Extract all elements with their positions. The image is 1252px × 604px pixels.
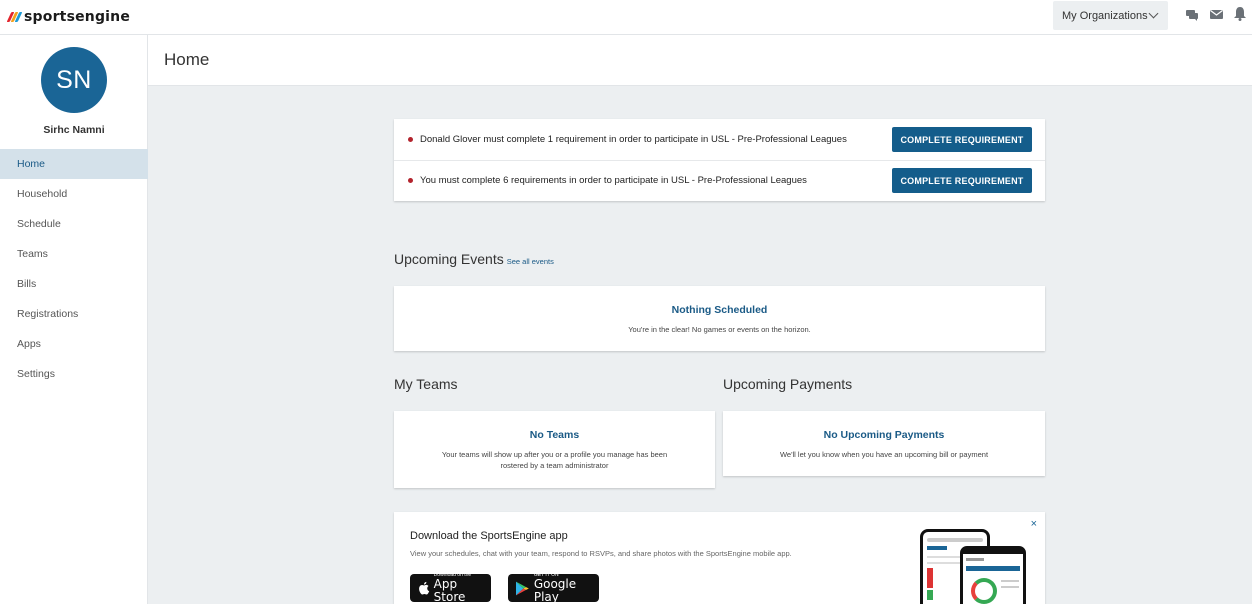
my-teams-title: My Teams — [394, 376, 458, 392]
upcoming-payments-title: Upcoming Payments — [723, 376, 853, 392]
apple-icon — [419, 581, 430, 595]
upcoming-payments-card: No Upcoming Payments We'll let you know … — [723, 411, 1045, 476]
logo-mark-icon — [6, 12, 23, 22]
requirement-row: Donald Glover must complete 1 requiremen… — [394, 119, 1045, 160]
empty-state-title: No Teams — [529, 429, 580, 441]
sidebar-item-registrations[interactable]: Registrations — [0, 299, 148, 329]
requirement-row: You must complete 6 requirements in orde… — [394, 160, 1045, 201]
empty-state-description: You're in the clear! No games or events … — [628, 325, 811, 334]
sidebar-item-label: Settings — [17, 368, 55, 380]
alert-dot-icon — [408, 137, 413, 142]
empty-state-description: Your teams will show up after you or a p… — [441, 450, 668, 459]
chat-icon[interactable] — [1186, 9, 1198, 21]
upcoming-events-title: Upcoming Events — [394, 251, 504, 267]
sidebar-item-label: Home — [17, 158, 46, 170]
avatar-initials: SN — [56, 65, 92, 94]
google-play-big-text: Google Play — [533, 577, 577, 604]
sidebar-item-schedule[interactable]: Schedule — [0, 209, 148, 239]
top-bar: sportsengine My Organizations — [0, 0, 1252, 35]
sidebar-item-apps[interactable]: Apps — [0, 329, 148, 359]
empty-state-title: Nothing Scheduled — [671, 304, 768, 316]
download-app-card: Download the SportsEngine app View your … — [394, 512, 1045, 604]
user-name: Sirhc Namni — [43, 124, 105, 136]
sidebar-item-household[interactable]: Household — [0, 179, 148, 209]
page-header: Home — [148, 35, 1252, 86]
app-store-button[interactable]: Download on the App Store — [410, 572, 491, 604]
download-app-title: Download the SportsEngine app — [410, 530, 568, 542]
sportsengine-logo[interactable]: sportsengine — [6, 9, 131, 25]
requirement-text: You must complete 6 requirements in orde… — [420, 175, 807, 186]
sidebar-item-label: Teams — [17, 248, 48, 260]
sidebar-item-label: Bills — [17, 278, 37, 290]
sidebar-item-teams[interactable]: Teams — [0, 239, 148, 269]
upcoming-events-heading: Upcoming Events See all events — [394, 251, 554, 267]
requirements-card: Donald Glover must complete 1 requiremen… — [394, 119, 1045, 201]
download-app-description: View your schedules, chat with your team… — [410, 549, 792, 558]
bell-icon[interactable] — [1234, 7, 1246, 21]
phone-mockup-image — [960, 546, 1026, 604]
requirement-text: Donald Glover must complete 1 requiremen… — [420, 134, 847, 145]
empty-state-title: No Upcoming Payments — [823, 429, 945, 441]
my-organizations-dropdown[interactable]: My Organizations — [1053, 1, 1168, 30]
complete-requirement-button[interactable]: COMPLETE REQUIREMENT — [892, 168, 1032, 193]
upcoming-events-card: Nothing Scheduled You're in the clear! N… — [394, 286, 1045, 351]
see-all-events-link[interactable]: See all events — [507, 257, 554, 266]
chevron-down-icon — [1148, 8, 1159, 19]
my-organizations-label: My Organizations — [1062, 9, 1148, 22]
sidebar: SN Sirhc Namni Home Household Schedule T… — [0, 35, 148, 604]
my-teams-card: No Teams Your teams will show up after y… — [394, 411, 715, 488]
sidebar-item-label: Schedule — [17, 218, 61, 230]
mail-icon[interactable] — [1210, 9, 1223, 20]
sidebar-item-settings[interactable]: Settings — [0, 359, 148, 389]
page-title: Home — [164, 50, 210, 69]
google-play-icon — [516, 581, 529, 595]
app-store-big-text: App Store — [433, 577, 466, 604]
logo-text: sportsengine — [24, 9, 131, 25]
sidebar-item-label: Registrations — [17, 308, 79, 320]
close-icon[interactable]: × — [1031, 518, 1037, 530]
alert-dot-icon — [408, 178, 413, 183]
avatar[interactable]: SN — [41, 47, 107, 113]
empty-state-description: We'll let you know when you have an upco… — [779, 450, 989, 459]
complete-requirement-button[interactable]: COMPLETE REQUIREMENT — [892, 127, 1032, 152]
sidebar-item-bills[interactable]: Bills — [0, 269, 148, 299]
sidebar-nav: Home Household Schedule Teams Bills Regi… — [0, 149, 148, 389]
empty-state-description: rostered by a team administrator — [500, 461, 609, 470]
sidebar-item-home[interactable]: Home — [0, 149, 148, 179]
google-play-button[interactable]: GET IT ON Google Play — [508, 572, 599, 604]
sidebar-item-label: Household — [17, 188, 68, 200]
sidebar-item-label: Apps — [17, 338, 41, 350]
